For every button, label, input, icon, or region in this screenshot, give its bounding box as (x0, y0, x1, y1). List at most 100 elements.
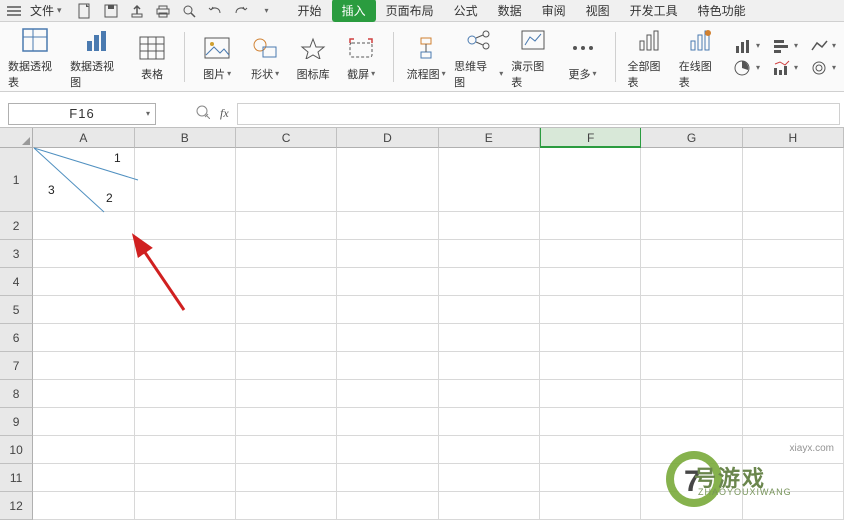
cell[interactable] (540, 464, 641, 492)
line-chart-button[interactable]: ▾ (810, 38, 836, 54)
row-header[interactable]: 5 (0, 296, 33, 324)
mindmap-button[interactable]: 思维导图▾ (454, 24, 503, 90)
cell[interactable] (439, 212, 540, 240)
radar-chart-button[interactable]: ▾ (810, 60, 836, 76)
cell[interactable] (540, 492, 641, 520)
cell[interactable] (641, 148, 742, 212)
cell[interactable] (540, 296, 641, 324)
tab-view[interactable]: 视图 (576, 0, 620, 22)
cell[interactable] (439, 464, 540, 492)
icon-lib-button[interactable]: 图标库 (293, 32, 333, 82)
cell[interactable] (641, 296, 742, 324)
row-header[interactable]: 12 (0, 492, 33, 520)
row-header[interactable]: 7 (0, 352, 33, 380)
cell[interactable] (33, 492, 134, 520)
cell[interactable] (337, 380, 438, 408)
cell[interactable] (540, 436, 641, 464)
hamburger-icon[interactable] (4, 5, 24, 17)
cell[interactable] (337, 464, 438, 492)
cell[interactable] (439, 324, 540, 352)
tab-page-layout[interactable]: 页面布局 (376, 0, 444, 22)
cell[interactable] (135, 464, 236, 492)
fx-icon[interactable]: fx (220, 106, 229, 121)
col-header-g[interactable]: G (641, 128, 742, 148)
cell[interactable] (135, 324, 236, 352)
preview-icon[interactable] (180, 2, 198, 20)
cell[interactable] (236, 240, 337, 268)
cell[interactable] (236, 296, 337, 324)
cell[interactable] (641, 380, 742, 408)
tab-home[interactable]: 开始 (288, 0, 332, 22)
online-chart-button[interactable]: 在线图表 (679, 24, 722, 90)
col-header-e[interactable]: E (439, 128, 540, 148)
screenshot-button[interactable]: 截屏▾ (341, 32, 381, 82)
cell[interactable] (439, 240, 540, 268)
tab-review[interactable]: 审阅 (532, 0, 576, 22)
cell[interactable] (439, 380, 540, 408)
cell[interactable] (337, 268, 438, 296)
cell[interactable] (135, 352, 236, 380)
cell[interactable] (743, 148, 844, 212)
cell[interactable] (439, 148, 540, 212)
formula-input[interactable] (237, 103, 840, 125)
cell[interactable] (135, 296, 236, 324)
pivot-table-button[interactable]: 数据透视表 (8, 24, 62, 90)
cell[interactable] (641, 212, 742, 240)
pie-chart-button[interactable]: ▾ (734, 60, 760, 76)
new-icon[interactable] (76, 2, 94, 20)
cell[interactable] (540, 380, 641, 408)
cell[interactable] (540, 324, 641, 352)
cell[interactable] (641, 324, 742, 352)
cell[interactable] (236, 324, 337, 352)
cell[interactable] (236, 492, 337, 520)
cell[interactable] (33, 464, 134, 492)
cell[interactable] (743, 268, 844, 296)
cell[interactable] (33, 352, 134, 380)
cell[interactable] (135, 268, 236, 296)
cell[interactable] (337, 148, 438, 212)
cell[interactable] (33, 436, 134, 464)
export-icon[interactable] (128, 2, 146, 20)
col-header-f[interactable]: F (540, 128, 641, 148)
col-header-b[interactable]: B (135, 128, 236, 148)
cell[interactable] (439, 492, 540, 520)
cell[interactable] (439, 268, 540, 296)
cell[interactable] (135, 212, 236, 240)
col-header-c[interactable]: C (236, 128, 337, 148)
cell[interactable] (641, 240, 742, 268)
cell[interactable] (743, 240, 844, 268)
cell[interactable] (540, 148, 641, 212)
tab-data[interactable]: 数据 (488, 0, 532, 22)
cell[interactable] (337, 296, 438, 324)
cell[interactable] (743, 352, 844, 380)
cell[interactable] (641, 352, 742, 380)
row-header[interactable]: 2 (0, 212, 33, 240)
cell[interactable] (743, 324, 844, 352)
combo-chart-button[interactable]: ▾ (772, 60, 798, 76)
cell[interactable] (33, 212, 134, 240)
cell[interactable] (33, 240, 134, 268)
cell[interactable] (540, 240, 641, 268)
undo-icon[interactable] (206, 2, 224, 20)
cell[interactable] (33, 408, 134, 436)
cell[interactable] (337, 352, 438, 380)
cell[interactable] (439, 296, 540, 324)
cell[interactable] (439, 436, 540, 464)
cell[interactable] (135, 408, 236, 436)
col-header-d[interactable]: D (337, 128, 438, 148)
select-all-corner[interactable] (0, 128, 33, 148)
cell[interactable] (236, 408, 337, 436)
row-header[interactable]: 1 (0, 148, 33, 212)
cell[interactable] (135, 148, 236, 212)
cell[interactable] (236, 436, 337, 464)
cell[interactable] (33, 268, 134, 296)
column-chart-button[interactable]: ▾ (734, 38, 760, 54)
row-header[interactable]: 11 (0, 464, 33, 492)
cell[interactable] (641, 408, 742, 436)
more-button[interactable]: 更多▾ (563, 32, 603, 82)
cell[interactable] (743, 408, 844, 436)
cell[interactable] (743, 296, 844, 324)
cell[interactable] (135, 240, 236, 268)
cell[interactable] (236, 212, 337, 240)
bar-chart-button[interactable]: ▾ (772, 38, 798, 54)
